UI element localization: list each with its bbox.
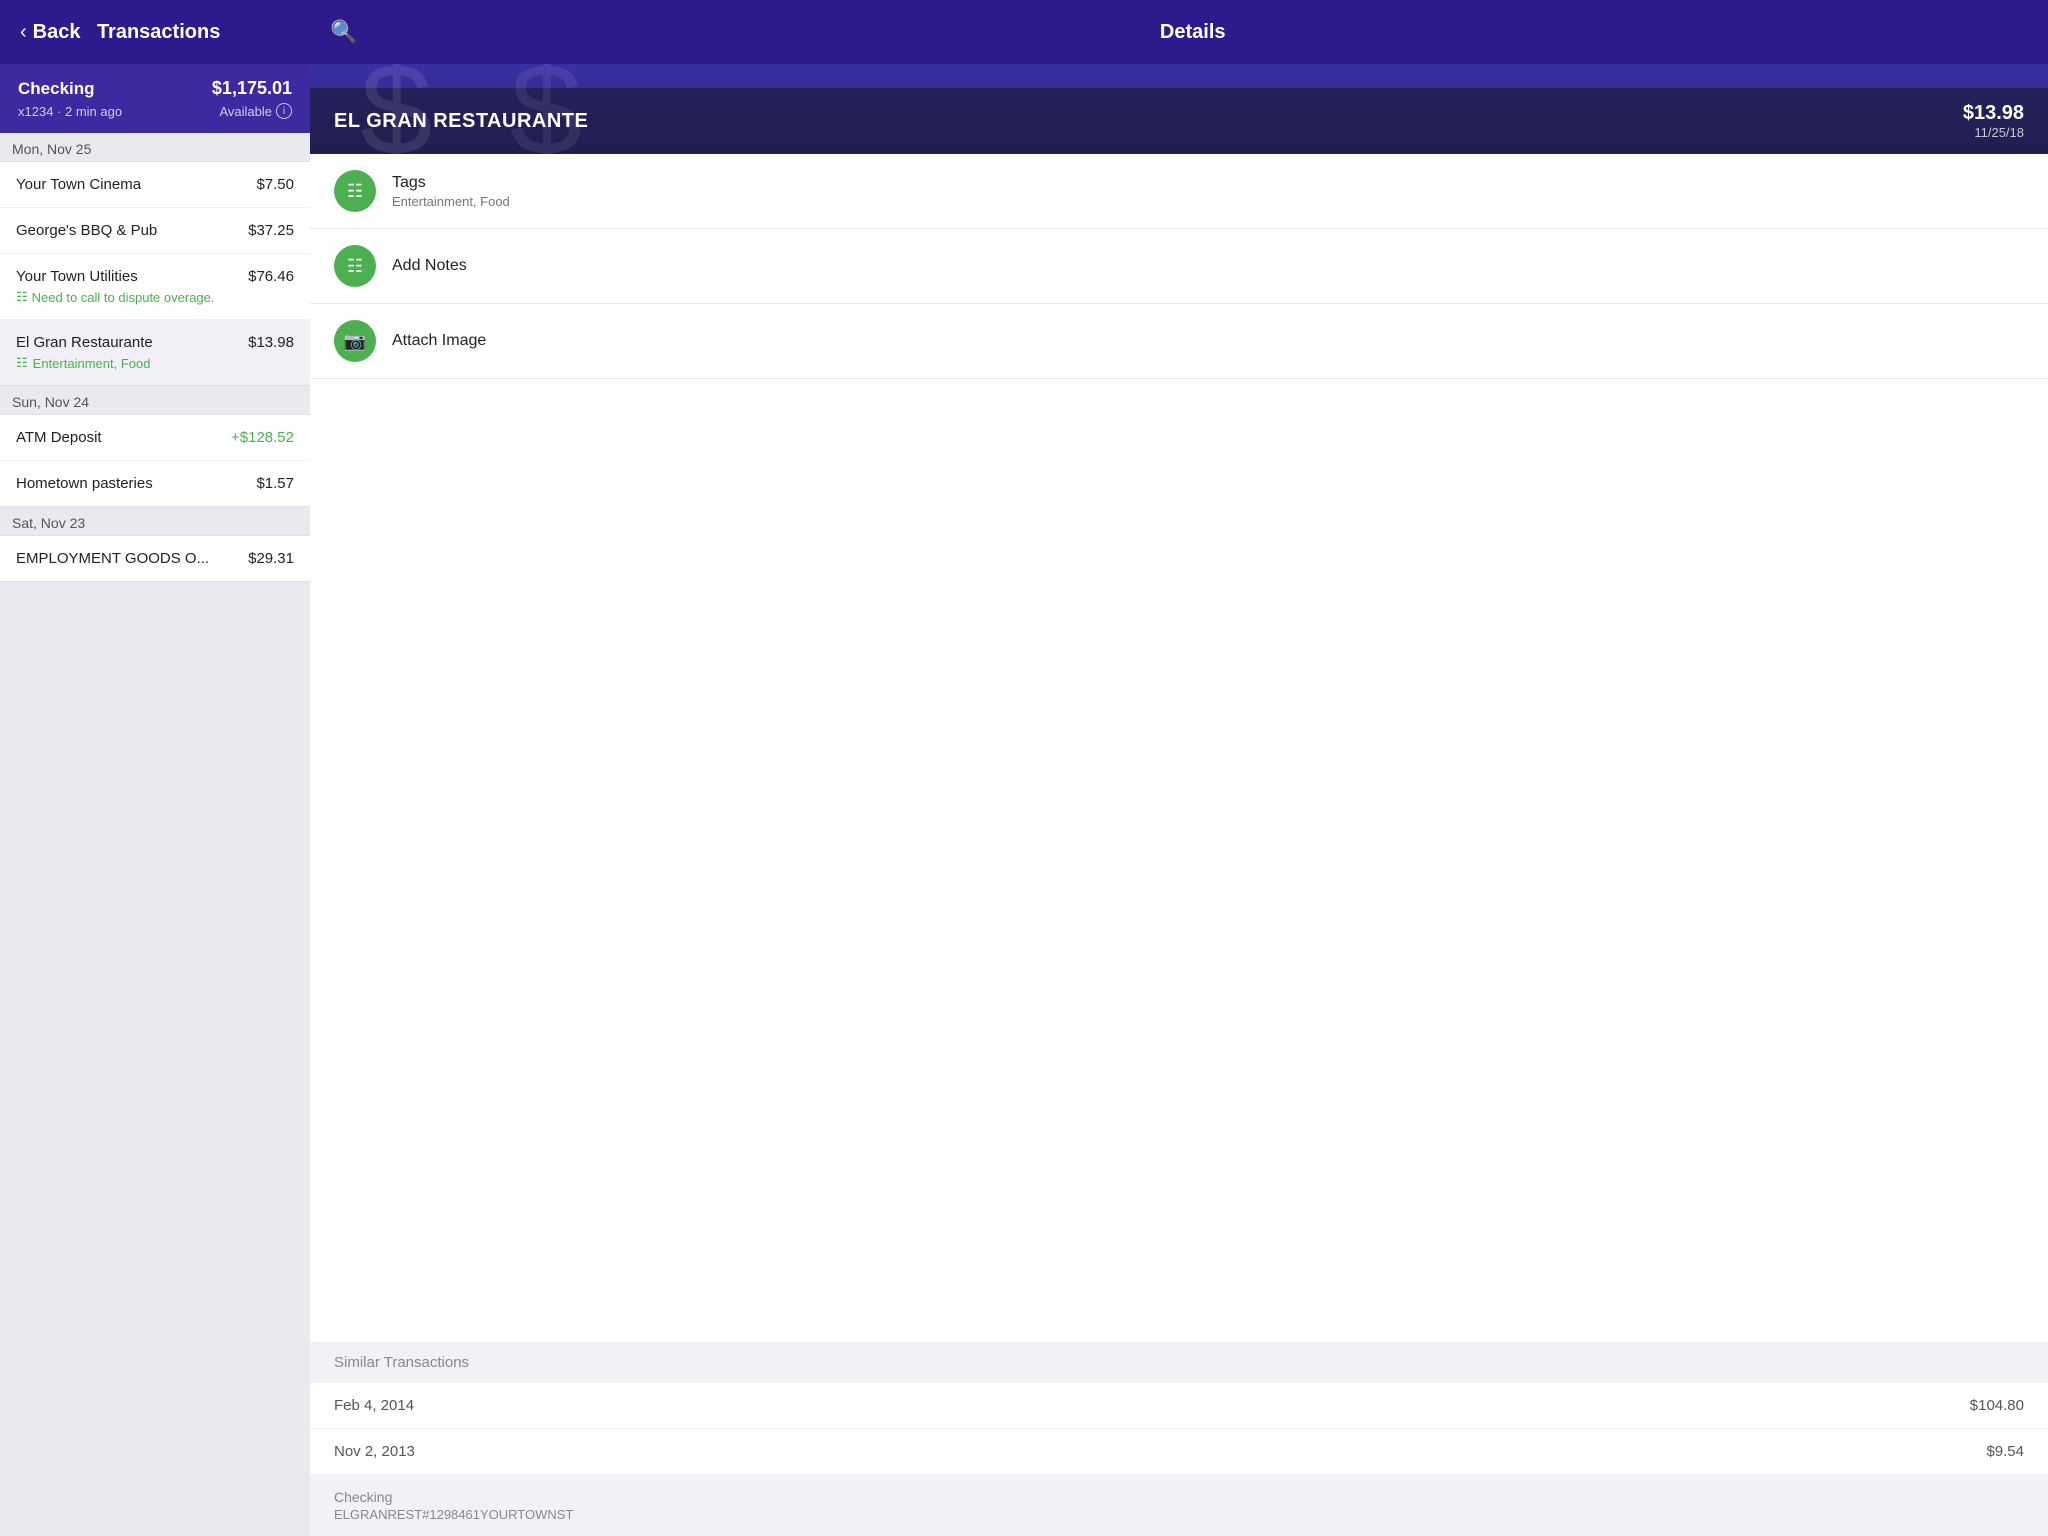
transaction-item[interactable]: George's BBQ & Pub $37.25 [0,208,310,254]
account-card-bottom: x1234 · 2 min ago Available i [18,103,292,119]
transaction-left: Your Town Cinema [16,176,256,193]
transaction-name: Your Town Utilities [16,268,248,285]
dollar-bg-icon: $ [360,64,432,154]
transaction-left: Hometown pasteries [16,475,256,492]
search-icon[interactable]: 🔍 [330,19,357,45]
transaction-group-sun-nov-24: ATM Deposit +$128.52 Hometown pasteries … [0,414,310,507]
transaction-item[interactable]: ATM Deposit +$128.52 [0,415,310,461]
transaction-amount: $13.98 [248,334,294,351]
main-container: Checking $1,175.01 x1234 · 2 min ago Ava… [0,64,2048,1536]
detail-content: ☷ Tags Entertainment, Food ☷ Add Notes [310,154,2048,1342]
checking-info-label: Checking [334,1489,2024,1505]
transaction-name: El Gran Restaurante [16,334,248,351]
date-group-sat-nov-23: Sat, Nov 23 [0,507,310,535]
transaction-left: El Gran Restaurante ☷ Entertainment, Foo… [16,334,248,371]
account-card-top: Checking $1,175.01 [18,78,292,99]
details-title: Details [1160,21,1226,43]
dollar-bg-icon2: $ [510,64,582,154]
transaction-group-sat-nov-23: EMPLOYMENT GOODS O... $29.31 [0,535,310,582]
transaction-item[interactable]: Your Town Cinema $7.50 [0,162,310,208]
detail-banner: $ $ EL GRAN RESTAURANTE $13.98 11/25/18 [310,64,2048,154]
transaction-item[interactable]: EMPLOYMENT GOODS O... $29.31 [0,536,310,581]
back-button[interactable]: ‹ Back Transactions [20,21,300,44]
checking-info: Checking ELGRANREST#1298461YOURTOWNST [310,1475,2048,1536]
transaction-left: EMPLOYMENT GOODS O... [16,550,248,567]
similar-date: Feb 4, 2014 [334,1397,414,1414]
tag-text: Entertainment, Food [33,356,151,371]
similar-amount: $104.80 [1970,1397,2024,1414]
available-label: Available [219,104,272,119]
transaction-item-selected[interactable]: El Gran Restaurante ☷ Entertainment, Foo… [0,320,310,385]
notes-symbol: ☷ [347,256,363,277]
transaction-left: ATM Deposit [16,429,231,446]
notes-content: Add Notes [392,257,2024,275]
date-group-sun-nov-24: Sun, Nov 24 [0,386,310,414]
transaction-name: Your Town Cinema [16,176,256,193]
back-chevron-icon: ‹ [20,21,27,44]
camera-symbol: 📷 [344,331,366,352]
app-header: ‹ Back Transactions 🔍 Details [0,0,2048,64]
similar-transaction-item[interactable]: Nov 2, 2013 $9.54 [310,1429,2048,1475]
date-group-mon-nov-25: Mon, Nov 25 [0,133,310,161]
tags-row[interactable]: ☷ Tags Entertainment, Food [310,154,2048,229]
right-panel: $ $ EL GRAN RESTAURANTE $13.98 11/25/18 … [310,64,2048,1536]
account-available: Available i [219,103,292,119]
transaction-item[interactable]: Hometown pasteries $1.57 [0,461,310,506]
checking-info-id: ELGRANREST#1298461YOURTOWNST [334,1507,2024,1522]
header-center: Details [357,21,2028,44]
tags-value: Entertainment, Food [392,194,2024,209]
notes-row[interactable]: ☷ Add Notes [310,229,2048,304]
transaction-amount: $1.57 [256,475,294,492]
dispute-text: ☷ Need to call to dispute overage. [16,289,248,305]
detail-amount-date: $13.98 11/25/18 [1963,102,2024,140]
tags-content: Tags Entertainment, Food [392,174,2024,209]
account-balance: $1,175.01 [212,78,292,99]
transaction-tag: ☷ Entertainment, Food [16,355,248,371]
transaction-amount: $7.50 [256,176,294,193]
detail-amount: $13.98 [1963,102,2024,125]
left-panel: Checking $1,175.01 x1234 · 2 min ago Ava… [0,64,310,1536]
transaction-name: George's BBQ & Pub [16,222,248,239]
tags-icon: ☷ [334,170,376,212]
similar-header-label: Similar Transactions [334,1354,469,1371]
similar-date: Nov 2, 2013 [334,1443,415,1460]
transaction-amount: $37.25 [248,222,294,239]
dispute-icon: ☷ [16,289,28,305]
account-sub: x1234 · 2 min ago [18,104,122,119]
attach-image-row[interactable]: 📷 Attach Image [310,304,2048,379]
transaction-group-mon-nov-25: Your Town Cinema $7.50 George's BBQ & Pu… [0,161,310,386]
transaction-amount-positive: +$128.52 [231,429,294,446]
transaction-left: Your Town Utilities ☷ Need to call to di… [16,268,248,305]
account-name: Checking [18,79,95,99]
attach-image-icon: 📷 [334,320,376,362]
transaction-name: Hometown pasteries [16,475,256,492]
attach-image-content: Attach Image [392,332,2024,350]
transactions-title: Transactions [97,21,220,44]
similar-amount: $9.54 [1986,1443,2024,1460]
account-card[interactable]: Checking $1,175.01 x1234 · 2 min ago Ava… [0,64,310,133]
transaction-name: EMPLOYMENT GOODS O... [16,550,248,567]
transaction-item[interactable]: Your Town Utilities ☷ Need to call to di… [0,254,310,320]
transaction-amount: $76.46 [248,268,294,285]
transaction-left: George's BBQ & Pub [16,222,248,239]
detail-date: 11/25/18 [1963,125,2024,140]
similar-transactions-header: Similar Transactions [310,1342,2048,1383]
notes-title: Add Notes [392,257,2024,275]
info-icon[interactable]: i [276,103,292,119]
attach-image-title: Attach Image [392,332,2024,350]
tag-icon: ☷ [16,355,28,371]
similar-transaction-item[interactable]: Feb 4, 2014 $104.80 [310,1383,2048,1429]
tag-symbol: ☷ [347,181,363,202]
transaction-name: ATM Deposit [16,429,231,446]
notes-icon: ☷ [334,245,376,287]
back-label: Back [33,21,81,44]
tags-title: Tags [392,174,2024,192]
transaction-amount: $29.31 [248,550,294,567]
